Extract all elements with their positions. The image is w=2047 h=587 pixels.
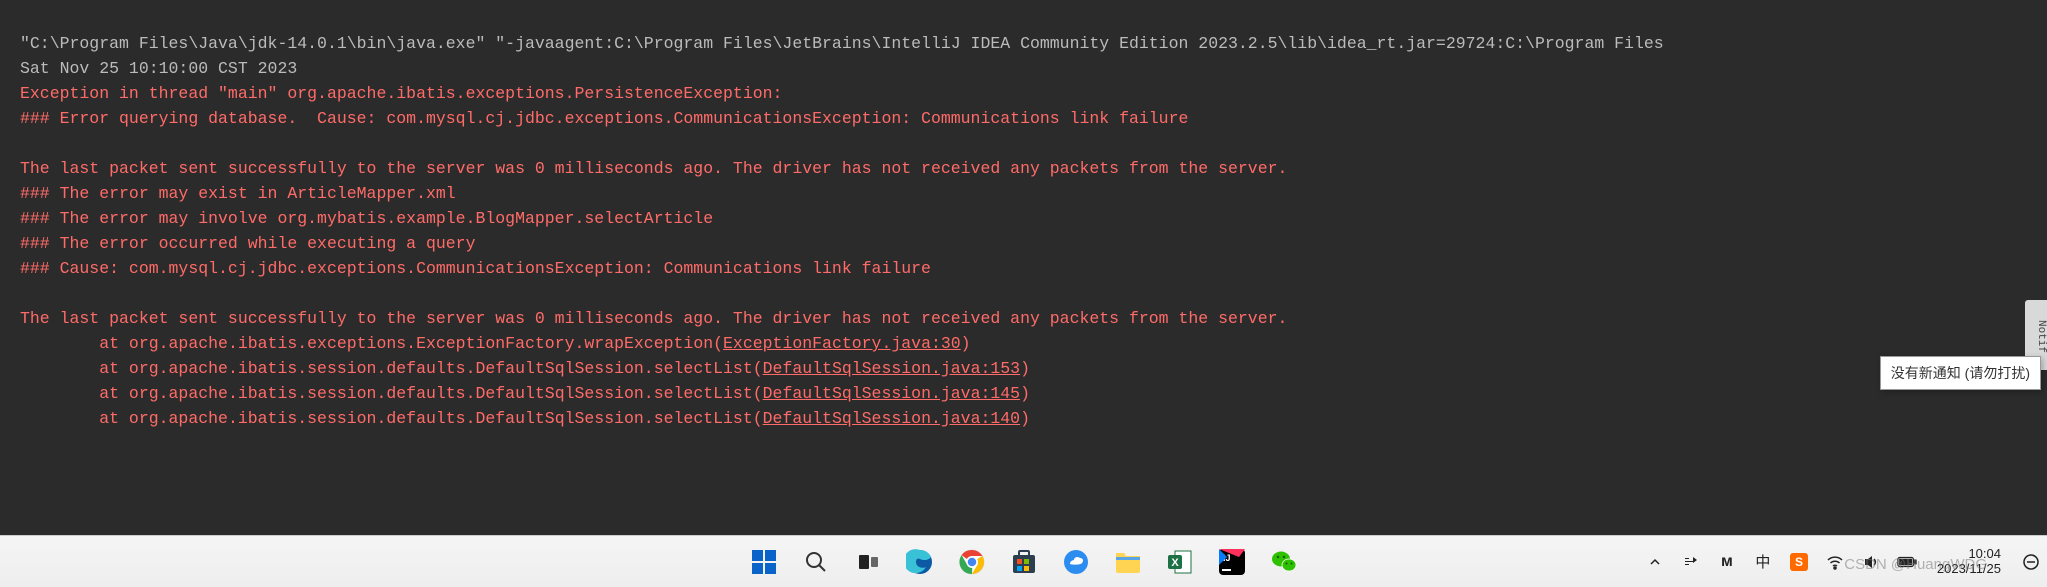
wifi-icon[interactable] [1825,552,1845,572]
source-link[interactable]: ExceptionFactory.java:30 [723,334,961,353]
baidu-netdisk-icon[interactable] [1057,543,1095,581]
search-icon[interactable] [797,543,835,581]
notification-tooltip: 没有新通知 (请勿打扰) [1880,356,2041,390]
battery-icon[interactable] [1897,552,1917,572]
source-link[interactable]: DefaultSqlSession.java:140 [763,409,1020,428]
tray-overflow-icon[interactable] [1645,552,1665,572]
console-timestamp: Sat Nov 25 10:10:00 CST 2023 [20,59,297,78]
start-button[interactable] [745,543,783,581]
volume-icon[interactable] [1861,552,1881,572]
stack-trace-line: at org.apache.ibatis.session.defaults.De… [20,384,1030,403]
console-cmd: "C:\Program Files\Java\jdk-14.0.1\bin\ja… [20,34,1664,53]
tray-sync-icon[interactable] [1681,552,1701,572]
clock-time: 10:04 [1937,547,2001,562]
source-link[interactable]: DefaultSqlSession.java:145 [763,384,1020,403]
console-output[interactable]: "C:\Program Files\Java\jdk-14.0.1\bin\ja… [0,0,2047,535]
console-error-line: ### Error querying database. Cause: com.… [20,109,1188,128]
clock-date: 2023/11/25 [1937,562,2001,577]
intellij-icon[interactable]: IJ [1213,543,1251,581]
system-tray: ᴍ 中 S 10:04 2023/11/25 [1645,547,2041,577]
taskbar-pinned-apps: X IJ [745,543,1303,581]
excel-icon[interactable]: X [1161,543,1199,581]
console-error-line: The last packet sent successfully to the… [20,309,1287,328]
console-error-line: Exception in thread "main" org.apache.ib… [20,84,792,103]
console-error-line: ### The error may exist in ArticleMapper… [20,184,456,203]
stack-trace-line: at org.apache.ibatis.session.defaults.De… [20,359,1030,378]
tray-meet-icon[interactable]: ᴍ [1717,552,1737,572]
chrome-icon[interactable] [953,543,991,581]
console-error-line: ### The error may involve org.mybatis.ex… [20,209,713,228]
sogou-ime-icon[interactable]: S [1789,552,1809,572]
console-error-line: The last packet sent successfully to the… [20,159,1287,178]
edge-icon[interactable] [901,543,939,581]
stack-trace-line: at org.apache.ibatis.exceptions.Exceptio… [20,334,971,353]
wechat-icon[interactable] [1265,543,1303,581]
task-view-icon[interactable] [849,543,887,581]
svg-text:S: S [1795,555,1803,569]
source-link[interactable]: DefaultSqlSession.java:153 [763,359,1020,378]
ms-store-icon[interactable] [1005,543,1043,581]
console-error-line: ### Cause: com.mysql.cj.jdbc.exceptions.… [20,259,931,278]
windows-taskbar: X IJ ᴍ 中 S 10:04 2023/11/25 [0,535,2047,587]
svg-text:X: X [1171,557,1179,569]
stack-trace-line: at org.apache.ibatis.session.defaults.De… [20,409,1030,428]
console-error-line: ### The error occurred while executing a… [20,234,475,253]
file-explorer-icon[interactable] [1109,543,1147,581]
ime-indicator[interactable]: 中 [1753,552,1773,572]
taskbar-clock[interactable]: 10:04 2023/11/25 [1933,547,2005,577]
dnd-icon[interactable] [2021,552,2041,572]
